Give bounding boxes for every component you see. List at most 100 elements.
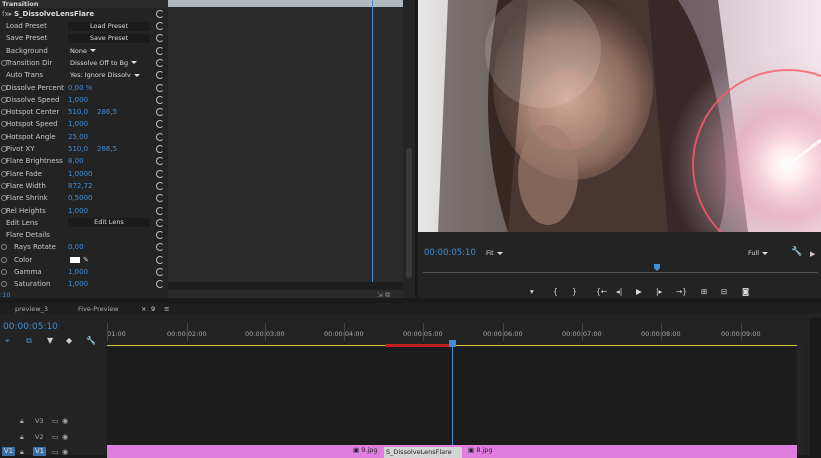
param-value[interactable]: 510,0 xyxy=(68,143,88,155)
tab-9[interactable]: 9 xyxy=(151,305,155,313)
snap-icon[interactable]: ⌖ xyxy=(5,336,10,346)
eye-icon[interactable]: ◉ xyxy=(62,417,68,425)
effect-param-row[interactable]: Load Preset Load Preset xyxy=(0,20,168,32)
reset-icon[interactable] xyxy=(156,83,164,92)
param-value-2[interactable]: 286,5 xyxy=(97,143,117,155)
param-button[interactable]: Edit Lens xyxy=(68,218,150,228)
export-icon[interactable]: ⇲ ⧉ xyxy=(377,291,390,300)
wrench-icon[interactable]: 🔧 xyxy=(791,247,802,257)
marker-icon[interactable]: ▾ xyxy=(530,287,534,296)
reset-icon[interactable] xyxy=(156,95,164,104)
timeline-playhead-head[interactable] xyxy=(449,340,456,347)
reset-icon[interactable] xyxy=(156,157,164,166)
marker-icon[interactable]: ◆ xyxy=(66,336,72,345)
timeline-timecode[interactable]: 00:00:05:10 xyxy=(3,322,58,332)
mark-out-icon[interactable]: } xyxy=(572,287,577,296)
param-button[interactable]: Load Preset xyxy=(68,21,150,31)
param-dropdown[interactable]: Yes: Ignore Dissolv xyxy=(70,69,140,81)
effect-param-row[interactable]: Save Preset Save Preset xyxy=(0,32,168,44)
tab-preview-3[interactable]: preview_3 xyxy=(15,305,48,313)
sync-icon[interactable]: ▭ xyxy=(52,433,59,441)
stopwatch-icon[interactable] xyxy=(1,244,7,251)
track-header-v2[interactable]: 🔒︎ V2 ▭ ◉ xyxy=(0,431,107,443)
play-icon[interactable]: ▶ xyxy=(636,287,642,296)
effect-param-row[interactable]: Rel Heights 1,000 xyxy=(0,205,168,217)
effect-param-row[interactable]: Flare Brightness 8,00 xyxy=(0,155,168,167)
param-value-2[interactable]: 286,5 xyxy=(97,106,117,118)
reset-icon[interactable] xyxy=(156,181,164,190)
clip-9jpg[interactable]: ▣ 9.jpg xyxy=(353,446,377,454)
reset-icon[interactable] xyxy=(156,108,164,117)
effect-scrollbar[interactable] xyxy=(168,282,403,290)
param-value[interactable]: 1,000 xyxy=(68,278,88,290)
effect-param-row[interactable]: Pivot XY 510,0 286,5 xyxy=(0,143,168,155)
effect-param-row[interactable]: Rays Rotate 0,00 xyxy=(0,241,168,253)
lock-icon[interactable]: 🔒︎ xyxy=(20,433,24,442)
effect-param-row[interactable]: Gamma 1,000 xyxy=(0,266,168,278)
effect-param-row[interactable]: Hotspot Center 510,0 286,5 xyxy=(0,106,168,118)
reset-icon[interactable] xyxy=(156,280,164,289)
param-value[interactable]: 8,00 xyxy=(68,155,84,167)
effect-playhead[interactable] xyxy=(372,0,373,282)
reset-icon[interactable] xyxy=(156,206,164,215)
reset-icon[interactable] xyxy=(156,34,164,43)
effect-clip-bar[interactable] xyxy=(168,0,403,7)
fit-dropdown[interactable]: Fit xyxy=(486,249,503,257)
go-to-out-icon[interactable]: →} xyxy=(676,287,687,296)
reset-icon[interactable] xyxy=(156,58,164,67)
param-value[interactable]: 510,0 xyxy=(68,106,88,118)
effect-param-row[interactable]: Edit Lens Edit Lens xyxy=(0,217,168,229)
reset-icon[interactable] xyxy=(156,22,164,30)
extract-icon[interactable]: ⊟ xyxy=(721,287,727,296)
reset-icon[interactable] xyxy=(156,194,164,203)
effect-param-row[interactable]: Hotspot Angle 25,00 xyxy=(0,131,168,143)
go-to-in-icon[interactable]: {← xyxy=(596,287,607,296)
quality-dropdown[interactable]: Full xyxy=(748,249,769,257)
effect-param-row[interactable]: Flare Shrink 0,5000 xyxy=(0,192,168,204)
reset-icon[interactable] xyxy=(156,46,164,55)
vertical-scrollbar[interactable] xyxy=(403,0,415,298)
lift-icon[interactable]: ⊞ xyxy=(701,287,707,296)
effect-timeline-area[interactable]: ⇲ ⧉ xyxy=(168,0,403,300)
reset-icon[interactable] xyxy=(156,218,164,227)
tab-close-icon[interactable]: × xyxy=(141,305,146,313)
transition-clip[interactable]: S_DissolveLensFlare xyxy=(384,447,462,458)
param-value[interactable]: 25,00 xyxy=(68,131,88,143)
reset-icon[interactable] xyxy=(156,10,164,18)
linked-selection-icon[interactable]: ⧉ xyxy=(26,336,32,346)
step-back-icon[interactable]: ◂| xyxy=(616,287,622,296)
program-timecode[interactable]: 00:00:05:10 xyxy=(424,248,476,258)
monitor-menu-icon[interactable]: ▶ xyxy=(810,250,815,258)
effect-param-row[interactable]: Color ✎ xyxy=(0,254,168,266)
reset-icon[interactable] xyxy=(156,132,164,141)
reset-icon[interactable] xyxy=(156,169,164,178)
tab-menu-icon[interactable]: ≡ xyxy=(164,305,169,313)
param-value[interactable]: 872,72 xyxy=(68,180,93,192)
lock-icon[interactable]: 🔒︎ xyxy=(20,417,24,426)
param-value[interactable]: 1,000 xyxy=(68,205,88,217)
param-dropdown[interactable]: Dissolve Off to Bg xyxy=(70,57,138,69)
effect-param-row[interactable]: Dissolve Speed 1,000 xyxy=(0,94,168,106)
timeline-v-scroll[interactable] xyxy=(797,347,803,455)
reset-icon[interactable] xyxy=(156,243,164,252)
tab-five-preview[interactable]: Five-Preview xyxy=(78,305,119,313)
sync-icon[interactable]: ▭ xyxy=(52,417,59,425)
param-value[interactable]: 0,5000 xyxy=(68,192,93,204)
effect-param-row[interactable]: Hotspot Speed 1,000 xyxy=(0,118,168,130)
effect-param-row[interactable]: Auto Trans Yes: Ignore Dissolv xyxy=(0,69,168,81)
param-button[interactable]: Save Preset xyxy=(68,33,150,43)
reset-icon[interactable] xyxy=(156,255,164,264)
color-swatch[interactable] xyxy=(70,256,80,263)
clip-8jpg[interactable]: ▣ 8.jpg xyxy=(468,446,492,454)
stopwatch-icon[interactable] xyxy=(1,256,7,263)
param-value[interactable]: 1,000 xyxy=(68,94,88,106)
eyedropper-icon[interactable]: ✎ xyxy=(83,254,89,266)
effect-row[interactable]: fx▸ S_DissolveLensFlare xyxy=(0,8,168,20)
step-forward-icon[interactable]: |▸ xyxy=(656,287,662,296)
monitor-ruler[interactable] xyxy=(423,263,818,273)
effect-param-row[interactable]: Dissolve Percent 0,00 % xyxy=(0,82,168,94)
reset-icon[interactable] xyxy=(156,120,164,129)
reset-icon[interactable] xyxy=(156,268,164,276)
param-value[interactable]: 1,0000 xyxy=(68,168,93,180)
param-value[interactable]: 1,000 xyxy=(68,266,88,278)
